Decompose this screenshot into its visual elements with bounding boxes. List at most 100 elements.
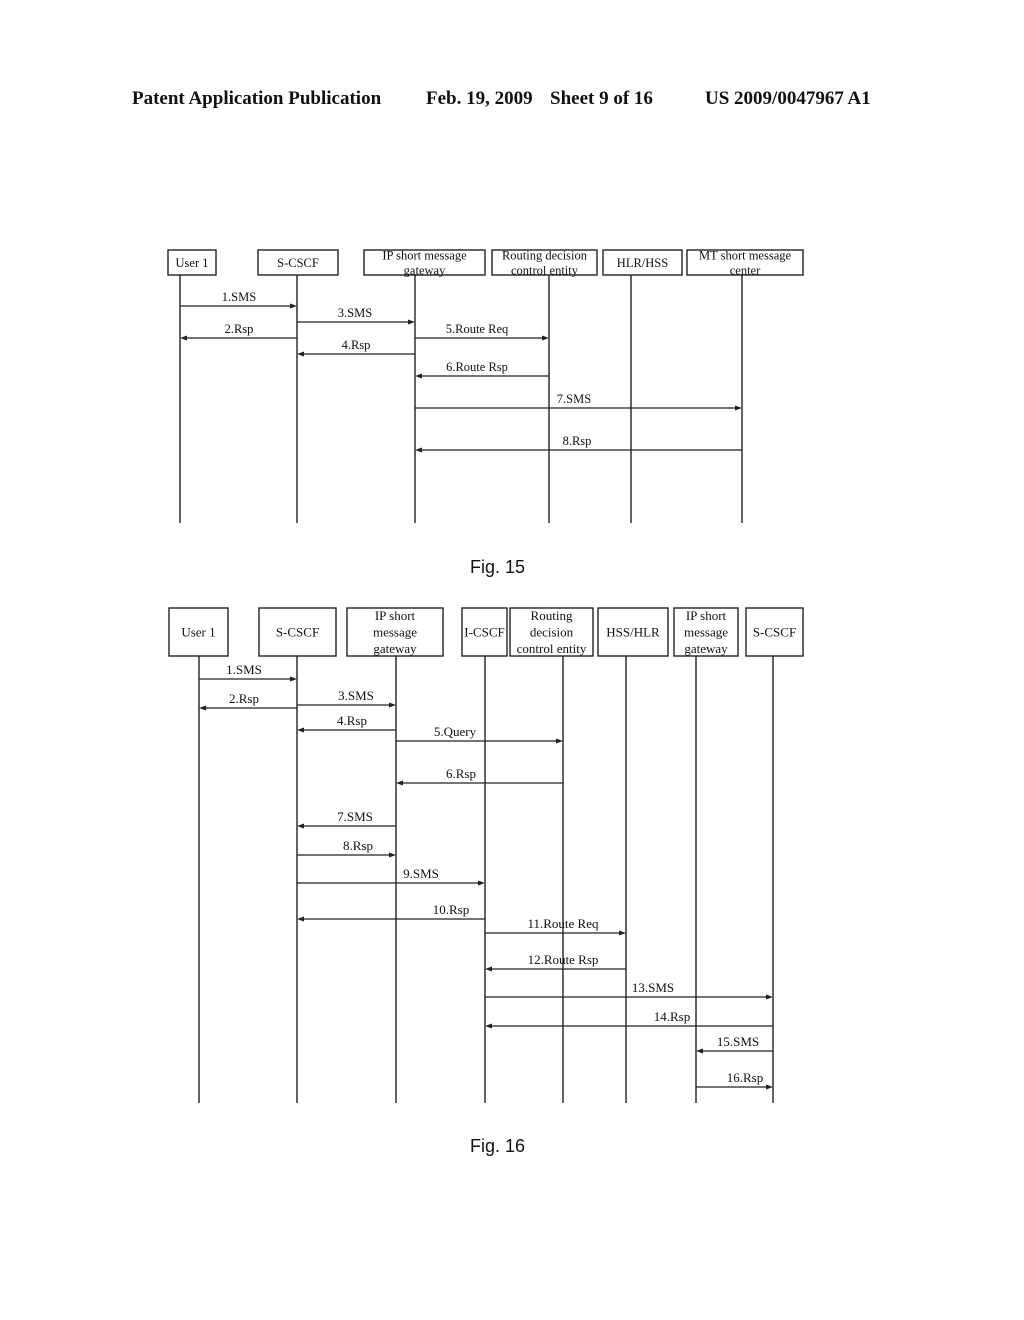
message-label: 2.Rsp <box>229 691 259 706</box>
message-16: 16.Rsp <box>696 1070 773 1090</box>
entity-hss: HSS/HLR <box>597 607 669 657</box>
message-9: 9.SMS <box>297 866 485 886</box>
message-label: 7.SMS <box>557 392 591 406</box>
message-2: 2.Rsp <box>199 691 297 711</box>
entity-label: I-CSCF <box>464 625 504 640</box>
message-label: 7.SMS <box>337 809 373 824</box>
message-8: 8.Rsp <box>415 434 742 453</box>
message-label: 8.Rsp <box>343 838 373 853</box>
message-label: 5.Query <box>434 724 477 739</box>
arrowhead-icon <box>290 676 297 682</box>
entity-ipsmg2: IP short messagegateway <box>673 607 739 657</box>
message-8: 8.Rsp <box>297 838 396 858</box>
message-label: 14.Rsp <box>654 1009 690 1024</box>
message-label: 8.Rsp <box>563 434 592 448</box>
entity-label: control entity <box>511 263 579 277</box>
message-1: 1.SMS <box>180 290 297 309</box>
arrowhead-icon <box>290 303 297 309</box>
message-7: 7.SMS <box>415 392 742 411</box>
arrowhead-icon <box>389 852 396 858</box>
message-label: 6.Rsp <box>446 766 476 781</box>
arrowhead-icon <box>396 780 403 786</box>
entity-label: control entity <box>517 641 587 656</box>
arrowhead-icon <box>696 1048 703 1054</box>
entity-icscf: I-CSCF <box>461 607 508 657</box>
entity-label: decision <box>530 625 574 640</box>
message-13: 13.SMS <box>485 980 773 1000</box>
entity-scscf2: S-CSCF <box>745 607 804 657</box>
entity-label: gateway <box>684 641 728 656</box>
arrowhead-icon <box>408 319 415 325</box>
message-6: 6.Rsp <box>396 766 563 786</box>
message-4: 4.Rsp <box>297 713 396 733</box>
publication-date: Feb. 19, 2009 <box>426 88 533 109</box>
entity-label: User 1 <box>181 625 215 640</box>
message-label: 11.Route Req <box>527 916 599 931</box>
entity-label: S-CSCF <box>753 625 796 640</box>
arrowhead-icon <box>415 373 422 379</box>
message-14: 14.Rsp <box>485 1009 773 1029</box>
arrowhead-icon <box>415 447 422 453</box>
arrowhead-icon <box>297 916 304 922</box>
entity-scscf: S-CSCF <box>257 249 339 276</box>
entity-label: IP short <box>375 608 416 623</box>
message-label: 9.SMS <box>403 866 439 881</box>
entity-mtsmc: MT short messagecenter <box>686 248 804 277</box>
figure-caption-15: Fig. 15 <box>470 557 526 577</box>
patent-number: US 2009/0047967 A1 <box>705 88 871 109</box>
message-label: 1.SMS <box>226 662 262 677</box>
message-7: 7.SMS <box>297 809 396 829</box>
message-3: 3.SMS <box>297 306 415 325</box>
entity-label: User 1 <box>176 256 209 270</box>
entity-label: IP short message <box>382 248 467 262</box>
message-4: 4.Rsp <box>297 338 415 357</box>
message-5: 5.Route Req <box>415 322 549 341</box>
arrowhead-icon <box>542 335 549 341</box>
message-10: 10.Rsp <box>297 902 485 922</box>
arrowhead-icon <box>485 966 492 972</box>
arrowhead-icon <box>766 1084 773 1090</box>
message-3: 3.SMS <box>297 688 396 708</box>
message-label: 3.SMS <box>338 688 374 703</box>
entity-label: S-CSCF <box>277 256 319 270</box>
arrowhead-icon <box>180 335 187 341</box>
sequence-diagram-fig15: User 1 S-CSCFIP short messagegatewayRouti… <box>167 248 804 523</box>
entity-ipsmg1: IP short messagegateway <box>346 607 444 657</box>
entity-label: center <box>730 263 761 277</box>
message-1: 1.SMS <box>199 662 297 682</box>
sequence-diagram-fig16: User 1 S-CSCFIP shortmessagegatewayI-CSCF… <box>168 607 804 1103</box>
entity-ipsmg: IP short messagegateway <box>363 248 486 277</box>
message-11: 11.Route Req <box>485 916 626 936</box>
entity-label: message <box>684 625 728 640</box>
arrowhead-icon <box>735 405 742 411</box>
entity-label: S-CSCF <box>276 625 319 640</box>
entity-u1: User 1 <box>167 249 217 276</box>
arrowhead-icon <box>766 994 773 1000</box>
message-label: 4.Rsp <box>342 338 371 352</box>
arrowhead-icon <box>199 705 206 711</box>
message-label: 6.Route Rsp <box>446 360 508 374</box>
arrowhead-icon <box>478 880 485 886</box>
entity-u1: User 1 <box>168 607 229 657</box>
message-6: 6.Route Rsp <box>415 360 549 379</box>
entity-label: Routing <box>531 608 573 623</box>
arrowhead-icon <box>485 1023 492 1029</box>
arrowhead-icon <box>297 823 304 829</box>
arrowhead-icon <box>389 702 396 708</box>
entity-rdce: Routing decisioncontrol entity <box>491 248 598 277</box>
entity-label: HSS/HLR <box>606 625 660 640</box>
page-header: Patent Application Publication Feb. 19, … <box>0 88 1024 118</box>
publication-title: Patent Application Publication <box>132 88 382 109</box>
entity-label: message <box>373 625 417 640</box>
message-label: 13.SMS <box>632 980 674 995</box>
message-label: 5.Route Req <box>446 322 509 336</box>
entity-label: Routing decision <box>502 248 588 262</box>
message-label: 1.SMS <box>222 290 256 304</box>
message-label: 3.SMS <box>338 306 372 320</box>
entity-label: gateway <box>373 641 417 656</box>
arrowhead-icon <box>619 930 626 936</box>
message-label: 4.Rsp <box>337 713 367 728</box>
entity-hlr: HLR/HSS <box>602 249 683 276</box>
entity-label: IP short <box>686 608 727 623</box>
message-label: 10.Rsp <box>433 902 469 917</box>
